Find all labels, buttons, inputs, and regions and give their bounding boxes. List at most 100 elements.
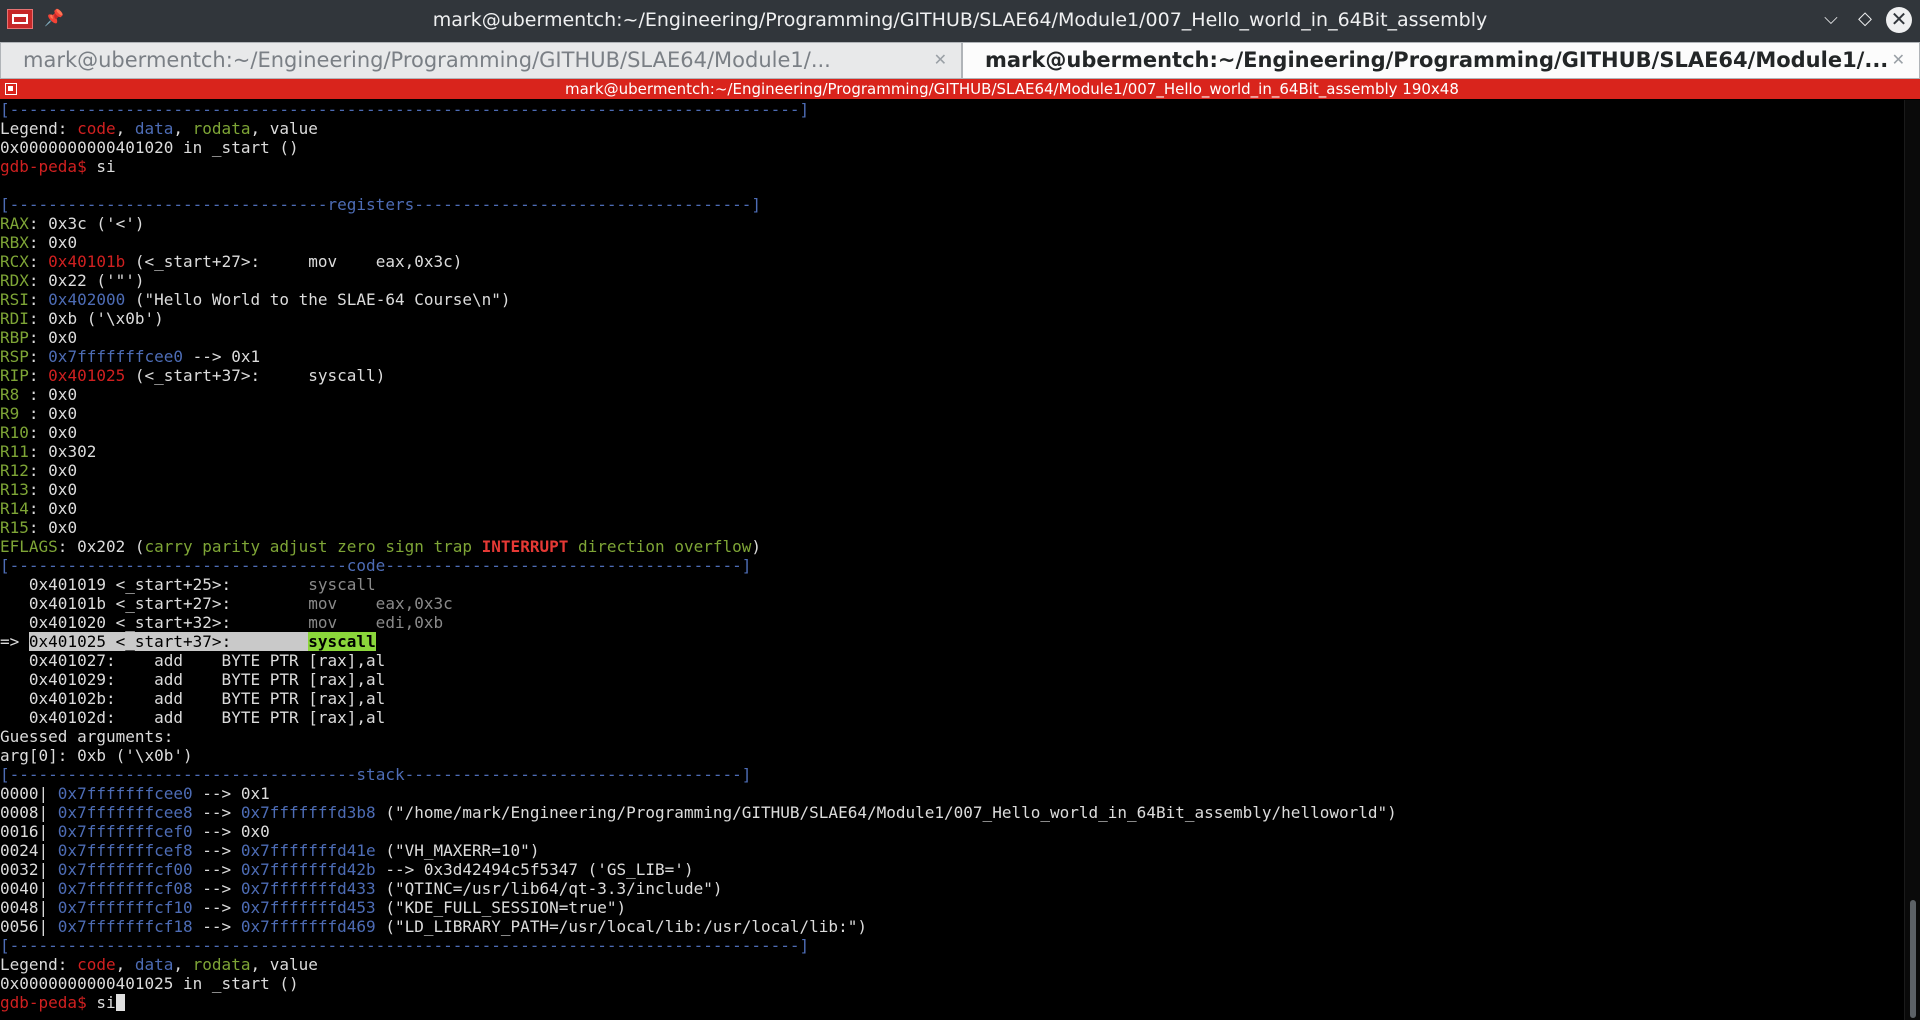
terminal-line: 0x40102d: add BYTE PTR [rax],al (0, 708, 1904, 727)
close-window-button[interactable]: ✕ (1886, 7, 1912, 33)
terminal-text: gdb-peda$ (0, 993, 97, 1012)
terminal-text: 0x7fffffffcee0 (48, 347, 184, 366)
terminal-text: 0x40102b: add BYTE PTR [rax],al (0, 689, 386, 708)
terminal-text: 0x40102d: add BYTE PTR [rax],al (0, 708, 386, 727)
terminal-text: (<_start+27>: mov eax,0x3c) (125, 252, 463, 271)
terminal-text: syscall (308, 575, 376, 594)
terminal-line: Guessed arguments: (0, 727, 1904, 746)
terminal-line: RBP: 0x0 (0, 328, 1904, 347)
maximize-button[interactable]: ◇ (1852, 6, 1878, 32)
terminal-text: : 0xb ('\x0b') (28, 309, 164, 328)
scrollbar-thumb[interactable] (1910, 900, 1916, 1018)
terminal-text: 0x40101b (48, 252, 126, 271)
terminal-line: R15: 0x0 (0, 518, 1904, 537)
terminal-text: => (0, 632, 29, 651)
terminal-text: R13 (0, 480, 29, 499)
terminal-output[interactable]: [---------------------------------------… (0, 100, 1904, 1018)
tab-close-icon[interactable]: ✕ (1892, 43, 1905, 77)
text-cursor (115, 994, 125, 1011)
terminal-text: --> (192, 841, 241, 860)
terminal-line: RDI: 0xb ('\x0b') (0, 309, 1904, 328)
terminal-text: si (96, 993, 116, 1012)
terminal-text: arg[0]: 0xb ('\x0b') (0, 746, 193, 765)
terminal-text: R15 (0, 518, 29, 537)
terminal-text: --> (192, 803, 241, 822)
terminal-text: 0x401025 <_start+37>: (28, 632, 309, 651)
terminal-line: 0x40101b <_start+27>: mov eax,0x3c (0, 594, 1904, 613)
terminal-text: data (134, 119, 174, 138)
tab-close-icon[interactable]: ✕ (934, 43, 947, 77)
terminal-text: ("LD_LIBRARY_PATH=/usr/local/lib:/usr/lo… (375, 917, 867, 936)
terminal-text: 0x7fffffffd453 (240, 898, 376, 917)
terminal-text: : 0x0 (28, 518, 78, 537)
minimize-button[interactable]: ⌵ (1818, 6, 1844, 32)
tab-session-2-active[interactable]: mark@ubermentch:~/Engineering/Programmin… (962, 42, 1920, 79)
terminal-line: Legend: code, data, rodata, value (0, 119, 1904, 138)
terminal-text: direction overflow (568, 537, 752, 556)
terminal-text: 0x40101b <_start+27>: (0, 594, 309, 613)
terminal-line: [---------------------------------------… (0, 100, 1904, 119)
terminal-text: R9 (0, 404, 29, 423)
window-titlebar[interactable]: 📌 mark@ubermentch:~/Engineering/Programm… (0, 0, 1920, 39)
terminal-text: si (96, 157, 116, 176)
terminal-text: [----------------------------------- (0, 556, 347, 575)
terminal-line: [---------------------------------------… (0, 936, 1904, 955)
terminal-line: 0032| 0x7fffffffcf00 --> 0x7fffffffd42b … (0, 860, 1904, 879)
terminal-text: ("/home/mark/Engineering/Programming/GIT… (375, 803, 1397, 822)
terminal-text: RAX (0, 214, 29, 233)
terminal-text: R10 (0, 423, 29, 442)
terminal-text: ("Hello World to the SLAE-64 Course\n") (125, 290, 511, 309)
terminal-text: RDX (0, 271, 29, 290)
terminal-text: 0016| (0, 822, 58, 841)
terminal-text: RBP (0, 328, 29, 347)
terminal-text: stack (356, 765, 405, 784)
terminal-text: 0032| (0, 860, 58, 879)
terminal-text: : (28, 347, 49, 366)
terminal-line: 0000| 0x7fffffffcee0 --> 0x1 (0, 784, 1904, 803)
terminal-line: [------------------------------------sta… (0, 765, 1904, 784)
terminal-text: 0x7fffffffd42b (240, 860, 376, 879)
terminal-scrollbar[interactable] (1904, 100, 1920, 1020)
terminal-text: Legend: (0, 119, 78, 138)
terminal-text: gdb-peda$ (0, 157, 97, 176)
session-title-bar: mark@ubermentch:~/Engineering/Programmin… (0, 79, 1920, 99)
tab-label: mark@ubermentch:~/Engineering/Programmin… (23, 48, 831, 72)
terminal-text: 0x7fffffffd433 (240, 879, 376, 898)
terminal-text: , value (250, 119, 318, 138)
terminal-text: : (28, 252, 49, 271)
terminal-text: , (173, 955, 193, 974)
terminal-text: --> 0x0 (192, 822, 270, 841)
terminal-text: : 0x0 (28, 404, 78, 423)
terminal-text: --> 0x3d42494c5f5347 ('GS_LIB=') (375, 860, 694, 879)
terminal-text: : 0x0 (28, 480, 78, 499)
terminal-text: --> (192, 860, 241, 879)
tab-session-1[interactable]: mark@ubermentch:~/Engineering/Programmin… (0, 42, 962, 79)
terminal-text: R8 (0, 385, 29, 404)
terminal-line: 0056| 0x7fffffffcf18 --> 0x7fffffffd469 … (0, 917, 1904, 936)
terminal-text: 0040| (0, 879, 58, 898)
terminal-text: INTERRUPT (481, 537, 569, 556)
split-view-icon[interactable] (5, 83, 17, 95)
terminal-line: 0x0000000000401025 in _start () (0, 974, 1904, 993)
terminal-text: , (115, 955, 135, 974)
terminal-text: EFLAGS (0, 537, 58, 556)
terminal-text: : (28, 290, 49, 309)
terminal-text: RSP (0, 347, 29, 366)
terminal-text: : 0x0 (28, 233, 78, 252)
terminal-line: R11: 0x302 (0, 442, 1904, 461)
terminal-line: RIP: 0x401025 (<_start+37>: syscall) (0, 366, 1904, 385)
terminal-text: 0x7fffffffcf00 (57, 860, 193, 879)
tab-label: mark@ubermentch:~/Engineering/Programmin… (985, 48, 1889, 72)
terminal-text: 0048| (0, 898, 58, 917)
session-title: mark@ubermentch:~/Engineering/Programmin… (565, 80, 1459, 98)
terminal-text: : (28, 366, 49, 385)
terminal-text: mov edi,0xb (308, 613, 444, 632)
terminal-text: mov eax,0x3c (308, 594, 453, 613)
terminal-text: RCX (0, 252, 29, 271)
terminal-text: 0024| (0, 841, 58, 860)
terminal-text: 0x7fffffffcf08 (57, 879, 193, 898)
terminal-line: gdb-peda$ si (0, 993, 1904, 1012)
terminal-line: 0x401027: add BYTE PTR [rax],al (0, 651, 1904, 670)
terminal-text: 0x7fffffffcee0 (57, 784, 193, 803)
